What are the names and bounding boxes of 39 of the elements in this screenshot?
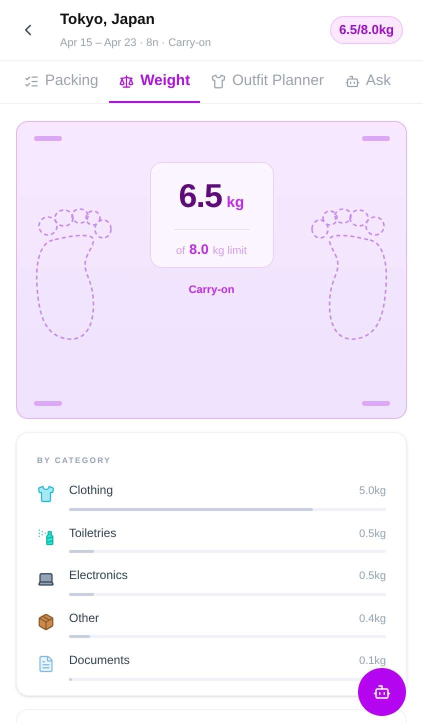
category-weight: 0.1kg	[359, 654, 386, 669]
robot-icon	[344, 74, 360, 88]
laptop-icon	[37, 570, 55, 588]
weight-unit: kg	[226, 193, 244, 213]
scale-pad	[34, 136, 62, 141]
bot-icon	[373, 683, 391, 701]
limit-prefix: of	[176, 244, 186, 258]
scale-pad	[362, 401, 390, 406]
trip-title: Tokyo, Japan	[60, 10, 156, 30]
scale-pad	[362, 136, 390, 141]
document-icon	[37, 655, 55, 673]
category-weight: 0.5kg	[359, 569, 386, 584]
scale-icon	[119, 74, 134, 88]
category-name: Documents	[69, 652, 130, 669]
checklist-icon	[24, 74, 39, 88]
category-weight: 0.4kg	[359, 612, 386, 626]
package-icon	[37, 612, 55, 630]
tab[interactable]: Weight	[109, 61, 200, 103]
section-heading: BY CATEGORY	[37, 455, 112, 467]
scale-pad	[34, 401, 62, 406]
shirt-icon	[37, 485, 55, 503]
weight-value: 6.5	[178, 176, 222, 216]
category-weight: 0.5kg	[359, 526, 386, 542]
tab[interactable]: Outfit Planner	[201, 61, 334, 103]
trip-subtitle: Apr 15 – Apr 23 · 8n · Carry-on	[60, 36, 212, 50]
category-weight: 5.0kg	[359, 484, 386, 499]
mode-label: Carry-on	[188, 283, 234, 298]
tab[interactable]: Ask	[334, 61, 401, 103]
tab[interactable]: Packing	[14, 61, 108, 103]
shirt-icon	[211, 74, 226, 88]
category-name: Toiletries	[69, 524, 116, 542]
category-name: Electronics	[69, 567, 128, 584]
weight-badge: 6.5/8.0kg	[330, 16, 403, 44]
assistant-button[interactable]	[358, 668, 406, 716]
spray-bottle-icon	[37, 528, 55, 546]
category-name: Clothing	[69, 482, 114, 499]
limit-value: 8.0	[189, 240, 209, 258]
category-name: Other	[69, 610, 100, 626]
limit-unit: kg limit	[212, 244, 247, 258]
